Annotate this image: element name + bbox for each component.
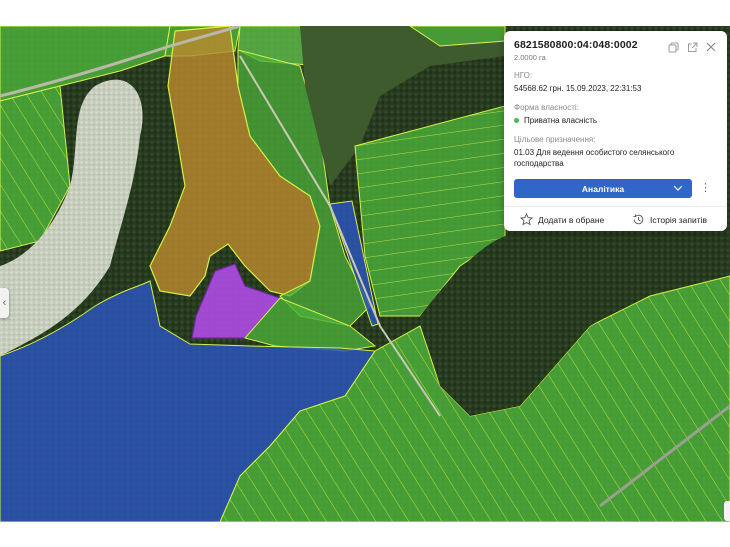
cadastral-number: 6821580800:04:048:0002	[514, 39, 638, 51]
request-history-button[interactable]: Історія запитів	[632, 213, 707, 226]
parcel-info-panel: 6821580800:04:048:0002 2.0000 га НГО: 54…	[504, 31, 727, 231]
panel-footer: Додати в обране Історія запитів	[514, 207, 717, 226]
panel-header: 6821580800:04:048:0002 2.0000 га	[514, 39, 717, 62]
analytics-button[interactable]: Аналітика	[514, 179, 692, 198]
analytics-button-label: Аналітика	[581, 183, 625, 194]
purpose-label: Цільове призначення:	[514, 135, 596, 144]
analytics-row: Аналітика ⋮	[514, 179, 717, 198]
ngo-label: НГО:	[514, 71, 533, 80]
history-icon	[633, 214, 644, 225]
chevron-left-icon: ‹	[2, 297, 7, 309]
corner-tab[interactable]	[724, 501, 730, 521]
ownership-label: Форма власності:	[514, 103, 579, 112]
ownership-status-dot	[514, 118, 519, 123]
request-history-label: Історія запитів	[650, 214, 707, 225]
chevron-down-icon	[673, 185, 683, 191]
more-options-icon[interactable]: ⋮	[700, 183, 711, 194]
add-to-favorites-label: Додати в обране	[538, 214, 605, 225]
ownership-row: Приватна власність	[514, 115, 717, 126]
parcel-area: 2.0000 га	[514, 53, 546, 62]
ngo-value: 54568.62 грн. 15.09.2023, 22:31:53	[514, 84, 642, 93]
add-to-favorites-button[interactable]: Додати в обране	[520, 213, 604, 226]
purpose-value: 01.03 Для ведення особистого селянського…	[514, 148, 675, 168]
star-icon	[520, 213, 533, 226]
close-icon[interactable]	[705, 41, 717, 53]
external-link-icon[interactable]	[686, 41, 698, 53]
ownership-value: Приватна власність	[524, 116, 598, 125]
copy-icon[interactable]	[667, 41, 679, 53]
panel-actions	[667, 41, 717, 53]
side-panel-handle[interactable]: ‹	[0, 288, 9, 318]
